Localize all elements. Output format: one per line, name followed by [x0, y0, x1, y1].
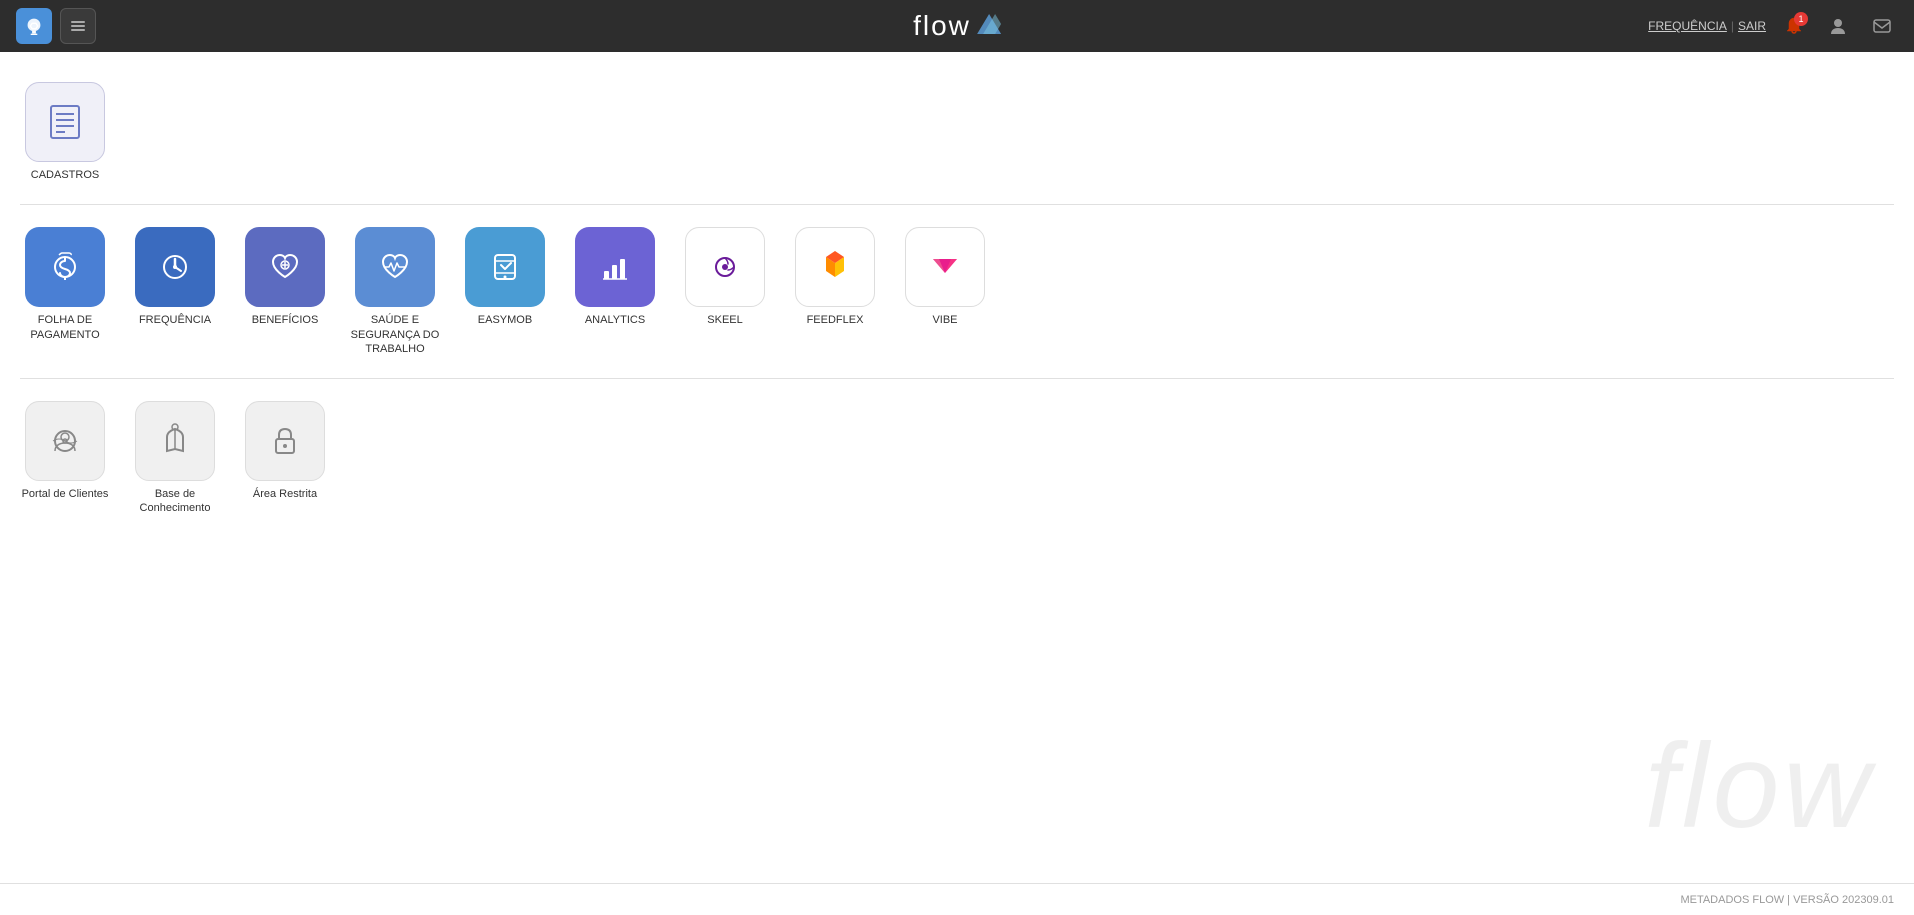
message-button[interactable] — [1866, 10, 1898, 42]
header-center: flow — [913, 10, 1001, 42]
analytics-label: ANALYTICS — [585, 313, 645, 327]
produtos-section: FOLHA DE PAGAMENTO FREQUÊNCIA — [20, 217, 1894, 366]
divider-1 — [20, 204, 1894, 205]
base-label: Base de Conhecimento — [130, 487, 220, 516]
folha-icon — [25, 227, 105, 307]
main-content: CADASTROS FOLHA DE PAGAMENTO — [0, 52, 1914, 915]
restrita-label: Área Restrita — [253, 487, 317, 501]
app-feedflex[interactable]: FEEDFLEX — [790, 227, 880, 356]
app-portal[interactable]: Portal de Clientes — [20, 401, 110, 516]
cadastros-grid: CADASTROS — [20, 72, 1894, 192]
app-frequencia[interactable]: FREQUÊNCIA — [130, 227, 220, 356]
vibe-label: VIBE — [932, 313, 957, 327]
saude-icon — [355, 227, 435, 307]
divider-2 — [20, 378, 1894, 379]
watermark: flow — [1645, 717, 1874, 855]
main-header: flow FREQUÊNCIA | SAIR 1 — [0, 0, 1914, 52]
easymob-label: EASYMOB — [478, 313, 532, 327]
header-left — [16, 8, 96, 44]
cadastros-label: CADASTROS — [31, 168, 99, 182]
nav-button[interactable] — [60, 8, 96, 44]
beneficios-icon — [245, 227, 325, 307]
saude-label: SAÚDE E SEGURANÇA DO TRABALHO — [350, 313, 440, 356]
app-title: flow — [913, 10, 971, 42]
sair-link[interactable]: SAIR — [1738, 19, 1766, 33]
skeel-icon — [685, 227, 765, 307]
link-separator: | — [1731, 19, 1734, 33]
cadastros-icon — [25, 82, 105, 162]
user-button[interactable] — [1822, 10, 1854, 42]
app-folha[interactable]: FOLHA DE PAGAMENTO — [20, 227, 110, 356]
app-easymob[interactable]: EASYMOB — [460, 227, 550, 356]
vibe-icon — [905, 227, 985, 307]
restrita-icon — [245, 401, 325, 481]
feedflex-icon — [795, 227, 875, 307]
outros-grid: Portal de Clientes Base de Conhecimento — [20, 391, 1894, 526]
logo-button[interactable] — [16, 8, 52, 44]
produtos-grid: FOLHA DE PAGAMENTO FREQUÊNCIA — [20, 217, 1894, 366]
footer: METADADOS FLOW | VERSÃO 202309.01 — [0, 883, 1914, 915]
app-base[interactable]: Base de Conhecimento — [130, 401, 220, 516]
cadastros-section: CADASTROS — [20, 72, 1894, 192]
footer-text: METADADOS FLOW | VERSÃO 202309.01 — [1680, 894, 1894, 906]
flow-icon — [977, 14, 1001, 39]
frequencia-link[interactable]: FREQUÊNCIA — [1648, 19, 1727, 33]
feedflex-label: FEEDFLEX — [807, 313, 864, 327]
app-skeel[interactable]: SKEEL — [680, 227, 770, 356]
easymob-icon — [465, 227, 545, 307]
beneficios-label: BENEFÍCIOS — [252, 313, 319, 327]
app-saude[interactable]: SAÚDE E SEGURANÇA DO TRABALHO — [350, 227, 440, 356]
base-icon — [135, 401, 215, 481]
notification-badge: 1 — [1794, 12, 1808, 26]
portal-label: Portal de Clientes — [22, 487, 109, 501]
app-cadastros[interactable]: CADASTROS — [20, 82, 110, 182]
analytics-icon — [575, 227, 655, 307]
folha-label: FOLHA DE PAGAMENTO — [20, 313, 110, 342]
app-beneficios[interactable]: BENEFÍCIOS — [240, 227, 330, 356]
frequencia-label: FREQUÊNCIA — [139, 313, 211, 327]
notification-button[interactable]: 1 — [1778, 10, 1810, 42]
app-analytics[interactable]: ANALYTICS — [570, 227, 660, 356]
header-links: FREQUÊNCIA | SAIR — [1648, 19, 1766, 33]
app-restrita[interactable]: Área Restrita — [240, 401, 330, 516]
skeel-label: SKEEL — [707, 313, 742, 327]
frequencia-icon — [135, 227, 215, 307]
portal-icon — [25, 401, 105, 481]
header-right: FREQUÊNCIA | SAIR 1 — [1648, 10, 1898, 42]
app-vibe[interactable]: VIBE — [900, 227, 990, 356]
outros-section: Portal de Clientes Base de Conhecimento — [20, 391, 1894, 526]
